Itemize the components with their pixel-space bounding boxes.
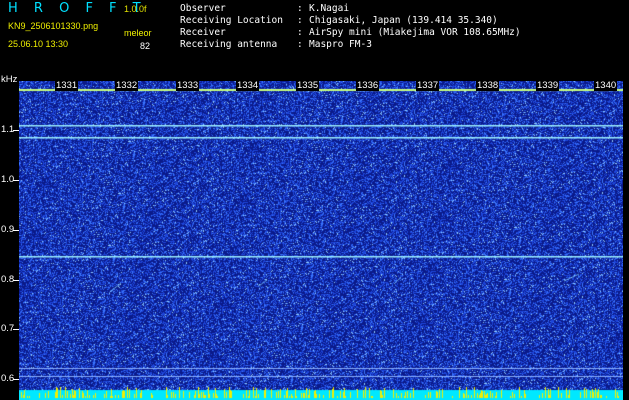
app-version: 1.0.0f: [124, 4, 147, 14]
info-label-observer: Observer: [180, 3, 226, 14]
time-label: 1336: [356, 80, 380, 91]
timestamp: 25.06.10 13:30: [8, 39, 69, 49]
info-value-receiver: AirSpy mini (Miakejima VOR 108.65MHz): [309, 27, 521, 38]
info-sep-receiver: :: [297, 27, 303, 38]
time-label: 1334: [236, 80, 260, 91]
time-label: 1333: [176, 80, 200, 91]
info-sep-antenna: :: [297, 39, 303, 50]
file-name: KN9_2506101330.png: [8, 21, 99, 31]
info-label-receiver: Receiver: [180, 27, 226, 38]
info-value-observer: K.Nagai: [309, 3, 350, 14]
y-axis-unit: kHz: [1, 74, 18, 85]
info-label-antenna: Receiving antenna: [180, 39, 278, 50]
time-label: 1331: [55, 80, 79, 91]
time-label: 1332: [115, 80, 139, 91]
info-value-location: Chigasaki, Japan (139.414 35.340): [309, 15, 498, 26]
info-label-location: Receiving Location: [180, 15, 283, 26]
info-sep-observer: :: [297, 3, 303, 14]
time-label: 1340: [594, 80, 618, 91]
time-label: 1339: [536, 80, 560, 91]
spectrogram-plot: [19, 81, 623, 400]
station-label: meleor: [124, 28, 152, 38]
info-sep-location: :: [297, 15, 303, 26]
meteor-count: 82: [140, 41, 151, 51]
info-value-antenna: Maspro FM-3: [309, 39, 372, 50]
time-label: 1337: [416, 80, 440, 91]
time-label: 1335: [296, 80, 320, 91]
time-label: 1338: [476, 80, 500, 91]
